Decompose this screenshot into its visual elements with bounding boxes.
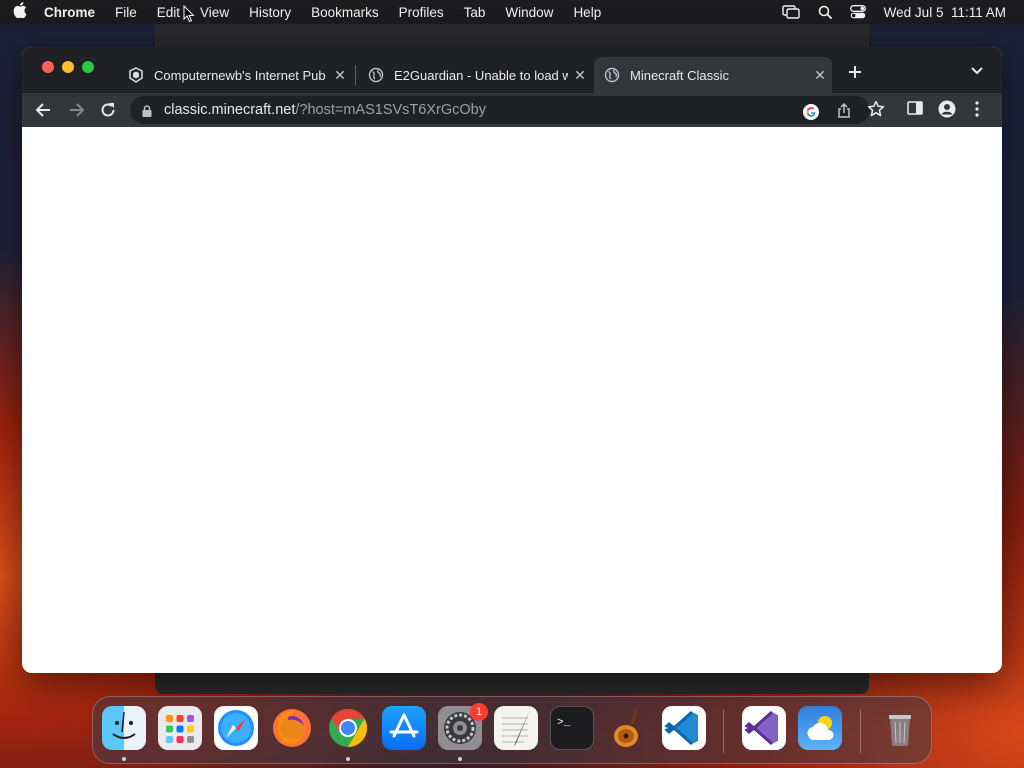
menu-bar: Chrome File Edit View History Bookmarks … [0, 0, 1024, 24]
browser-toolbar: classic.minecraft.net/?host=mAS1SVsT6XrG… [22, 93, 1002, 127]
lock-icon[interactable] [142, 104, 152, 122]
menu-view[interactable]: View [190, 5, 239, 20]
back-arrow-icon[interactable] [34, 100, 54, 120]
running-indicator [122, 757, 126, 761]
dock: 1 >_ [92, 696, 932, 764]
mouse-cursor-icon [183, 5, 195, 23]
tab-strip: Computernewb's Internet Pub ✕ E2Guardian… [22, 47, 1002, 93]
firefox-icon[interactable] [270, 706, 314, 750]
close-tab-icon[interactable]: ✕ [808, 67, 832, 84]
garageband-guitar-icon[interactable] [606, 706, 650, 750]
menu-profiles[interactable]: Profiles [389, 5, 454, 20]
maximize-window-button[interactable] [82, 61, 94, 73]
google-lens-icon[interactable] [802, 103, 820, 126]
tab-title: Computernewb's Internet Pub [154, 67, 326, 83]
menu-window[interactable]: Window [495, 5, 563, 20]
settings-notification-badge: 1 [470, 703, 488, 721]
weather-icon[interactable] [798, 706, 842, 750]
chrome-icon[interactable] [326, 706, 370, 750]
minimize-window-button[interactable] [62, 61, 74, 73]
computernewb-favicon-icon [128, 67, 144, 83]
dock-divider [723, 709, 724, 753]
globe-icon [368, 67, 384, 83]
page-content[interactable] [22, 127, 1002, 673]
profile-avatar-icon[interactable] [938, 100, 956, 123]
chrome-window: Computernewb's Internet Pub ✕ E2Guardian… [22, 47, 1002, 673]
tab-title: Minecraft Classic [630, 67, 729, 83]
menu-history[interactable]: History [239, 5, 301, 20]
finder-icon[interactable] [102, 706, 146, 750]
new-tab-button[interactable] [844, 61, 866, 83]
menu-app-chrome[interactable]: Chrome [40, 5, 105, 20]
share-icon[interactable] [836, 102, 852, 124]
tab-search-chevron-down-icon[interactable] [970, 63, 984, 81]
trash-icon[interactable] [878, 706, 922, 750]
spotlight-search-icon[interactable] [818, 5, 832, 19]
terminal-icon[interactable]: >_ [550, 706, 594, 750]
menu-clock[interactable]: Wed Jul 5 11:11 AM [884, 5, 1006, 20]
launchpad-icon[interactable] [158, 706, 202, 750]
menu-tab[interactable]: Tab [454, 5, 496, 20]
running-indicator [346, 757, 350, 761]
forward-arrow-icon[interactable] [66, 100, 86, 120]
bookmark-star-icon[interactable] [867, 100, 885, 123]
address-bar[interactable]: classic.minecraft.net/?host=mAS1SVsT6XrG… [130, 96, 870, 124]
screen-mirroring-icon[interactable] [781, 5, 800, 19]
tab-title: E2Guardian - Unable to load w [394, 67, 568, 83]
dock-divider [860, 709, 861, 753]
textedit-icon[interactable] [494, 706, 538, 750]
menu-help[interactable]: Help [563, 5, 611, 20]
close-window-button[interactable] [42, 61, 54, 73]
tab-computernewb[interactable]: Computernewb's Internet Pub ✕ [118, 57, 352, 93]
url-host: classic.minecraft.net [164, 102, 296, 118]
url-path: /?host=mAS1SVsT6XrGcOby [295, 102, 486, 118]
vscode-icon[interactable] [662, 706, 706, 750]
apple-menu-icon[interactable] [0, 2, 40, 22]
more-menu-icon[interactable] [974, 100, 980, 123]
menu-file[interactable]: File [105, 5, 147, 20]
visual-studio-icon[interactable] [742, 706, 786, 750]
side-panel-icon[interactable] [907, 100, 923, 121]
running-indicator [458, 757, 462, 761]
control-center-icon[interactable] [849, 5, 866, 19]
app-store-icon[interactable] [382, 706, 426, 750]
reload-icon[interactable] [98, 100, 118, 120]
tab-separator [355, 65, 356, 85]
menu-bookmarks[interactable]: Bookmarks [301, 5, 389, 20]
close-tab-icon[interactable]: ✕ [328, 67, 352, 84]
safari-icon[interactable] [214, 706, 258, 750]
tab-minecraft-classic[interactable]: Minecraft Classic ✕ [594, 57, 832, 93]
close-tab-icon[interactable]: ✕ [568, 67, 592, 84]
globe-icon [604, 67, 620, 83]
tab-e2guardian[interactable]: E2Guardian - Unable to load w ✕ [358, 57, 592, 93]
svg-text:>_: >_ [557, 717, 571, 729]
url-text: classic.minecraft.net/?host=mAS1SVsT6XrG… [164, 102, 486, 118]
